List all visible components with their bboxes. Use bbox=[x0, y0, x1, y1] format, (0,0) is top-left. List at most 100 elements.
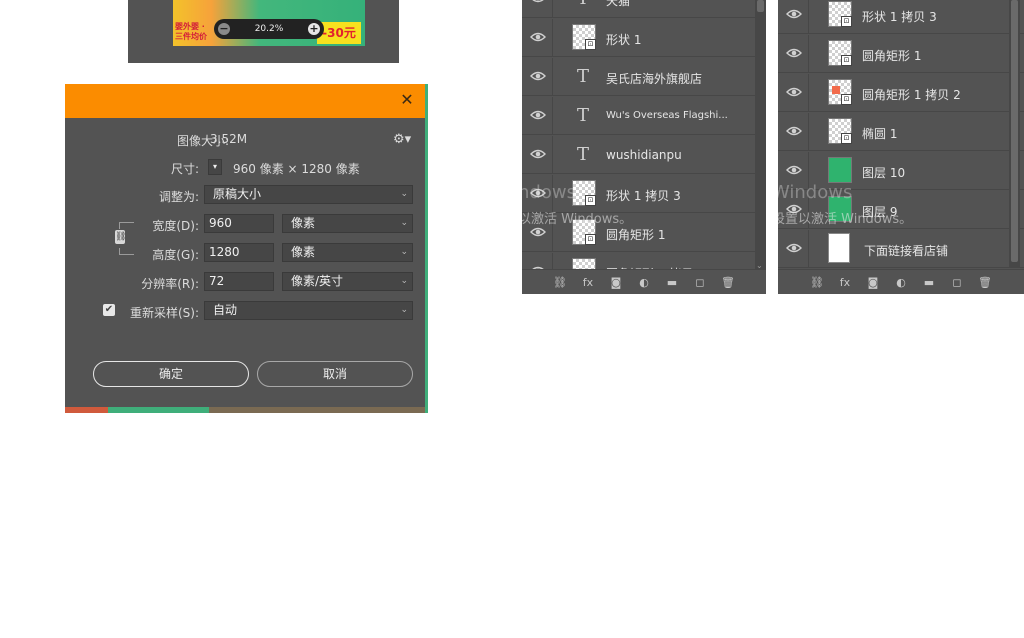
visibility-toggle[interactable] bbox=[522, 19, 553, 56]
eye-icon[interactable] bbox=[530, 0, 546, 4]
resolution-label: 分辨率(R): bbox=[141, 277, 199, 291]
windows-activation-watermark: ndows bbox=[522, 182, 576, 203]
smart-object-icon: ⊡ bbox=[841, 16, 852, 27]
visibility-toggle[interactable] bbox=[778, 113, 809, 150]
folder-icon[interactable]: ▬ bbox=[922, 276, 936, 289]
zoom-in-icon[interactable]: + bbox=[308, 23, 320, 35]
resample-checkbox[interactable]: ✔ bbox=[103, 304, 115, 316]
eye-icon[interactable] bbox=[530, 109, 546, 121]
image-size-value: 3.52M bbox=[210, 132, 248, 146]
layer-name: 圆角矩形 1 bbox=[606, 228, 666, 242]
scrollbar-thumb[interactable] bbox=[1011, 0, 1018, 262]
chevron-down-icon: ⌄ bbox=[400, 305, 408, 315]
layer-row[interactable]: T Wu's Overseas Flagshi... bbox=[522, 97, 766, 135]
layer-name: 形状 1 拷贝 3 bbox=[862, 10, 937, 24]
resample-label: 重新采样(S): bbox=[129, 306, 199, 320]
smart-object-icon: ⊡ bbox=[585, 234, 596, 245]
layer-row[interactable]: ⊡ 形状 1 拷贝 3 bbox=[778, 0, 1024, 34]
visibility-toggle[interactable] bbox=[778, 0, 809, 33]
eye-icon[interactable] bbox=[786, 164, 802, 176]
eye-icon[interactable] bbox=[786, 86, 802, 98]
eye-icon[interactable] bbox=[786, 242, 802, 254]
visibility-toggle[interactable] bbox=[522, 136, 553, 173]
width-input[interactable]: 960 bbox=[204, 214, 274, 233]
resolution-input[interactable]: 72 bbox=[204, 272, 274, 291]
resolution-unit-select[interactable]: 像素/英寸 ⌄ bbox=[282, 272, 413, 291]
layer-name: 形状 1 bbox=[606, 33, 642, 47]
cancel-button[interactable]: 取消 bbox=[257, 361, 413, 387]
smart-object-icon: ⊡ bbox=[841, 94, 852, 105]
promo-line-1: 婴外婴 · bbox=[175, 22, 205, 31]
height-input[interactable]: 1280 bbox=[204, 243, 274, 262]
dimensions-unit-dropdown[interactable]: ▾ bbox=[208, 159, 222, 175]
text-layer-icon: T bbox=[577, 66, 590, 87]
canvas-preview: 婴外婴 · 三件均价 -30元 − 20.2% + bbox=[128, 0, 399, 63]
layers-footer-left: ⛓ fx ◙ ◐ ▬ ◻ 🗑 bbox=[522, 269, 766, 294]
layer-thumbnail: ⊡ bbox=[828, 40, 852, 66]
trash-icon[interactable]: 🗑 bbox=[978, 276, 992, 289]
width-unit-select[interactable]: 像素 ⌄ bbox=[282, 214, 413, 233]
fit-to-select[interactable]: 原稿大小 ⌄ bbox=[204, 185, 413, 204]
windows-activation-text: 以激活 Windows。 bbox=[522, 212, 633, 227]
eye-icon[interactable] bbox=[530, 226, 546, 238]
mask-icon[interactable]: ◙ bbox=[866, 276, 880, 289]
trash-icon[interactable]: 🗑 bbox=[721, 276, 735, 289]
text-layer-icon: T bbox=[577, 0, 589, 9]
new-layer-icon[interactable]: ◻ bbox=[950, 276, 964, 289]
link-icon[interactable]: ⛓ bbox=[810, 276, 824, 289]
visibility-toggle[interactable] bbox=[522, 58, 553, 95]
layers-panel-right: ⊡ 形状 1 拷贝 3 ⊡ 圆角矩形 1 ⊡ 圆角矩形 1 拷贝 2 ⊡ 椭圆 1 图层 10 图… bbox=[778, 0, 1024, 294]
layer-thumbnail: ⊡ bbox=[572, 24, 596, 50]
zoom-out-icon[interactable]: − bbox=[218, 23, 230, 35]
eye-icon[interactable] bbox=[530, 148, 546, 160]
layer-row[interactable]: T 吴氏店海外旗舰店 bbox=[522, 58, 766, 96]
eye-icon[interactable] bbox=[786, 47, 802, 59]
fx-icon[interactable]: fx bbox=[838, 276, 852, 289]
zoom-control[interactable]: − 20.2% + bbox=[214, 19, 324, 39]
windows-activation-text: 设置以激活 Windows。 bbox=[778, 212, 913, 227]
link-icon[interactable]: ⛓ bbox=[553, 276, 567, 289]
height-unit-select[interactable]: 像素 ⌄ bbox=[282, 243, 413, 262]
promo-line-2: 三件均价 bbox=[175, 32, 207, 41]
scrollbar-left[interactable]: ⌄ bbox=[755, 0, 766, 270]
layer-row[interactable]: ⊡ 圆角矩形 1 拷贝 2 bbox=[778, 74, 1024, 112]
layer-row[interactable]: ⊡ 椭圆 1 bbox=[778, 113, 1024, 151]
scrollbar-right[interactable] bbox=[1009, 0, 1020, 268]
layer-name: 天猫 bbox=[606, 0, 631, 8]
chevron-down-icon: ⌄ bbox=[400, 189, 408, 199]
eye-icon[interactable] bbox=[786, 125, 802, 137]
smart-object-icon: ⊡ bbox=[841, 55, 852, 66]
eye-icon[interactable] bbox=[530, 70, 546, 82]
layer-thumbnail bbox=[828, 233, 850, 263]
ok-button[interactable]: 确定 bbox=[93, 361, 249, 387]
eye-icon[interactable] bbox=[786, 8, 802, 20]
mask-icon[interactable]: ◙ bbox=[609, 276, 623, 289]
promo-text: 婴外婴 · 三件均价 bbox=[175, 22, 207, 42]
visibility-toggle[interactable] bbox=[778, 230, 809, 267]
layer-row[interactable]: ⊡ 圆角矩形 1 bbox=[778, 35, 1024, 73]
visibility-toggle[interactable] bbox=[778, 35, 809, 72]
fx-icon[interactable]: fx bbox=[581, 276, 595, 289]
visibility-toggle[interactable] bbox=[522, 0, 553, 17]
thumbnail-content bbox=[832, 86, 840, 94]
layer-row[interactable]: Twushidianpu bbox=[522, 136, 766, 174]
eye-icon[interactable] bbox=[530, 31, 546, 43]
folder-icon[interactable]: ▬ bbox=[665, 276, 679, 289]
layer-row[interactable]: ⊡ 形状 1 bbox=[522, 19, 766, 57]
visibility-toggle[interactable] bbox=[522, 97, 553, 134]
layer-row[interactable]: T 天猫 bbox=[522, 0, 766, 18]
height-unit-value: 像素 bbox=[291, 245, 316, 259]
resample-select[interactable]: 自动 ⌄ bbox=[204, 301, 413, 320]
adjustment-icon[interactable]: ◐ bbox=[637, 276, 651, 289]
close-icon[interactable]: ✕ bbox=[399, 92, 415, 108]
layer-row[interactable]: 下面链接看店铺 bbox=[778, 230, 1024, 268]
smart-object-icon: ⊡ bbox=[585, 39, 596, 50]
smart-object-icon: ⊡ bbox=[841, 133, 852, 144]
gear-icon[interactable]: ⚙▾ bbox=[393, 132, 411, 147]
visibility-toggle[interactable] bbox=[778, 74, 809, 111]
text-layer-icon: T bbox=[577, 105, 590, 126]
adjustment-icon[interactable]: ◐ bbox=[894, 276, 908, 289]
new-layer-icon[interactable]: ◻ bbox=[693, 276, 707, 289]
scrollbar-thumb[interactable] bbox=[757, 0, 764, 12]
width-label: 宽度(D): bbox=[152, 219, 199, 233]
